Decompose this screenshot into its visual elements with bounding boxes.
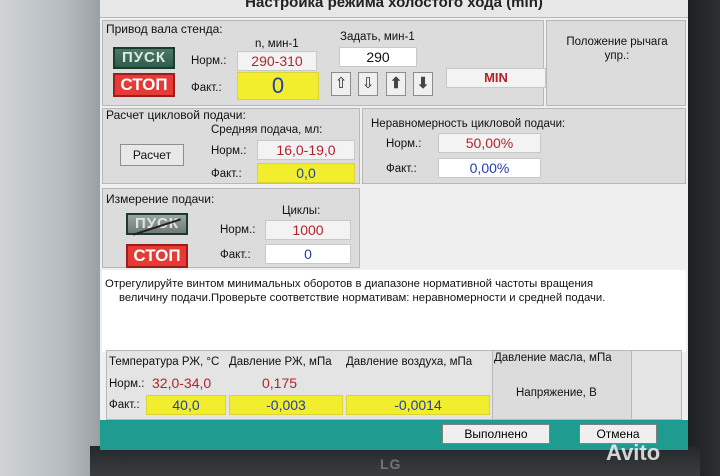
shaft-drive-header: Привод вала стенда: [106, 22, 223, 36]
lever-value: MIN [446, 68, 546, 88]
pressure-norm-value: 0,175 [262, 375, 298, 391]
shaft-norm-label: Норм.: [191, 55, 227, 67]
avito-watermark: Avito [606, 440, 661, 465]
avg-fact-label: Факт.: [211, 168, 242, 180]
instruction-line-1: Отрегулируйте винтом минимальных оборото… [105, 278, 594, 290]
monitor-bezel-right [688, 0, 720, 476]
uneven-norm-label: Норм.: [386, 138, 422, 150]
lever-panel [546, 20, 686, 106]
rpm-fast-down-button[interactable]: ⬇ [413, 72, 433, 96]
air-pressure-fact-value: -0,0014 [346, 395, 490, 415]
monitor-bezel-left [0, 0, 100, 476]
up-bold-icon: ⬆ [389, 75, 403, 92]
rpm-fact-value: 0 [237, 72, 319, 100]
oil-pressure-header: Давление масла, мПа [494, 352, 612, 364]
rpm-header: n, мин-1 [255, 38, 299, 50]
instruction-line-2: величину подачи.Проверьте соответствие н… [119, 292, 606, 304]
rpm-up-button[interactable]: ⇧ [331, 72, 351, 96]
measure-start-button[interactable]: ПУСК [126, 213, 188, 236]
temp-norm-value: 32,0-34,0 [152, 375, 212, 391]
shaft-start-button[interactable]: ПУСК [113, 47, 175, 69]
air-pressure-header: Давление воздуха, мПа [346, 356, 473, 368]
uneven-feed-header: Неравномерность цикловой подачи: [371, 118, 566, 130]
pressure-fact-value: -0,003 [229, 395, 343, 415]
params-norm-label: Норм.: [109, 378, 145, 390]
set-rpm-input[interactable]: 290 [339, 47, 417, 67]
feed-measure-header: Измерение подачи: [106, 192, 215, 206]
avg-norm-label: Норм.: [211, 145, 247, 157]
lg-logo: LG [380, 456, 402, 472]
done-button[interactable]: Выполнено [442, 424, 550, 444]
screen: Настройка режима холостого хода (min) Пр… [100, 0, 688, 450]
rpm-down-button[interactable]: ⇩ [358, 72, 378, 96]
instruction-message: Отрегулируйте винтом минимальных оборото… [102, 270, 686, 352]
cycles-fact-value: 0 [265, 244, 351, 264]
uneven-feed-fact-value: 0,00% [438, 158, 541, 178]
temp-header: Температура РЖ, °С [109, 356, 220, 368]
avg-feed-norm-value: 16,0-19,0 [257, 140, 355, 160]
avg-feed-header: Средняя подача, мл: [211, 124, 323, 136]
uneven-fact-label: Факт.: [386, 163, 417, 175]
temp-fact-value: 40,0 [146, 395, 226, 415]
params-fact-label: Факт.: [109, 399, 140, 411]
cycles-norm-value: 1000 [265, 220, 351, 240]
shaft-stop-button[interactable]: СТОП [113, 73, 175, 97]
down-bold-icon: ⬇ [416, 75, 430, 92]
voltage-header: Напряжение, В [516, 387, 597, 399]
rpm-fast-up-button[interactable]: ⬆ [386, 72, 406, 96]
cycles-header: Циклы: [282, 205, 321, 217]
down-icon: ⇩ [361, 75, 375, 92]
cycles-norm-label: Норм.: [220, 224, 256, 236]
measure-start-label: ПУСК [134, 215, 180, 232]
set-rpm-header: Задать, мин-1 [340, 31, 415, 43]
uneven-feed-norm-value: 50,00% [438, 133, 541, 153]
lever-header: Положение рычага упр.: [566, 36, 668, 62]
avg-feed-fact-value: 0,0 [257, 163, 355, 183]
cyclic-feed-header: Расчет цикловой подачи: [106, 108, 246, 122]
calculate-button[interactable]: Расчет [120, 144, 184, 166]
window-title: Настройка режима холостого хода (min) [245, 0, 543, 11]
shaft-fact-label: Факт.: [191, 82, 222, 94]
title-bar: Настройка режима холостого хода (min) [100, 0, 688, 18]
measure-stop-button[interactable]: СТОП [126, 244, 188, 268]
cycles-fact-label: Факт.: [220, 249, 251, 261]
pressure-header: Давление РЖ, мПа [229, 356, 332, 368]
rpm-norm-value: 290-310 [237, 51, 317, 71]
up-icon: ⇧ [334, 75, 348, 92]
